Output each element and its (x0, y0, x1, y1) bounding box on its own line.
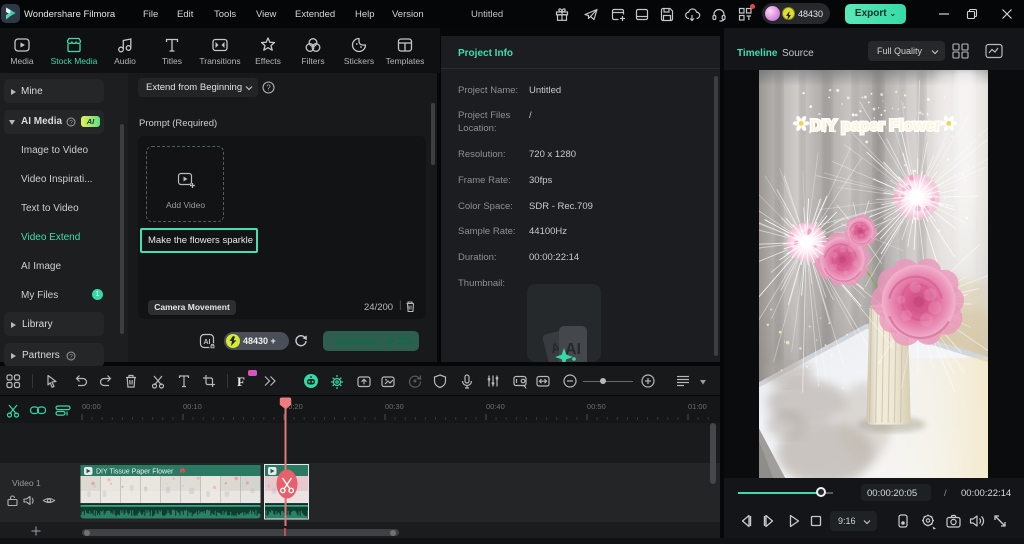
svg-text:?: ? (69, 353, 73, 360)
svg-text:?: ? (266, 84, 271, 93)
svg-text:DIY paper Flower: DIY paper Flower (810, 116, 942, 134)
svg-text:DIY Tissue Paper Flower: DIY Tissue Paper Flower (96, 468, 174, 475)
svg-text:?: ? (69, 119, 73, 126)
